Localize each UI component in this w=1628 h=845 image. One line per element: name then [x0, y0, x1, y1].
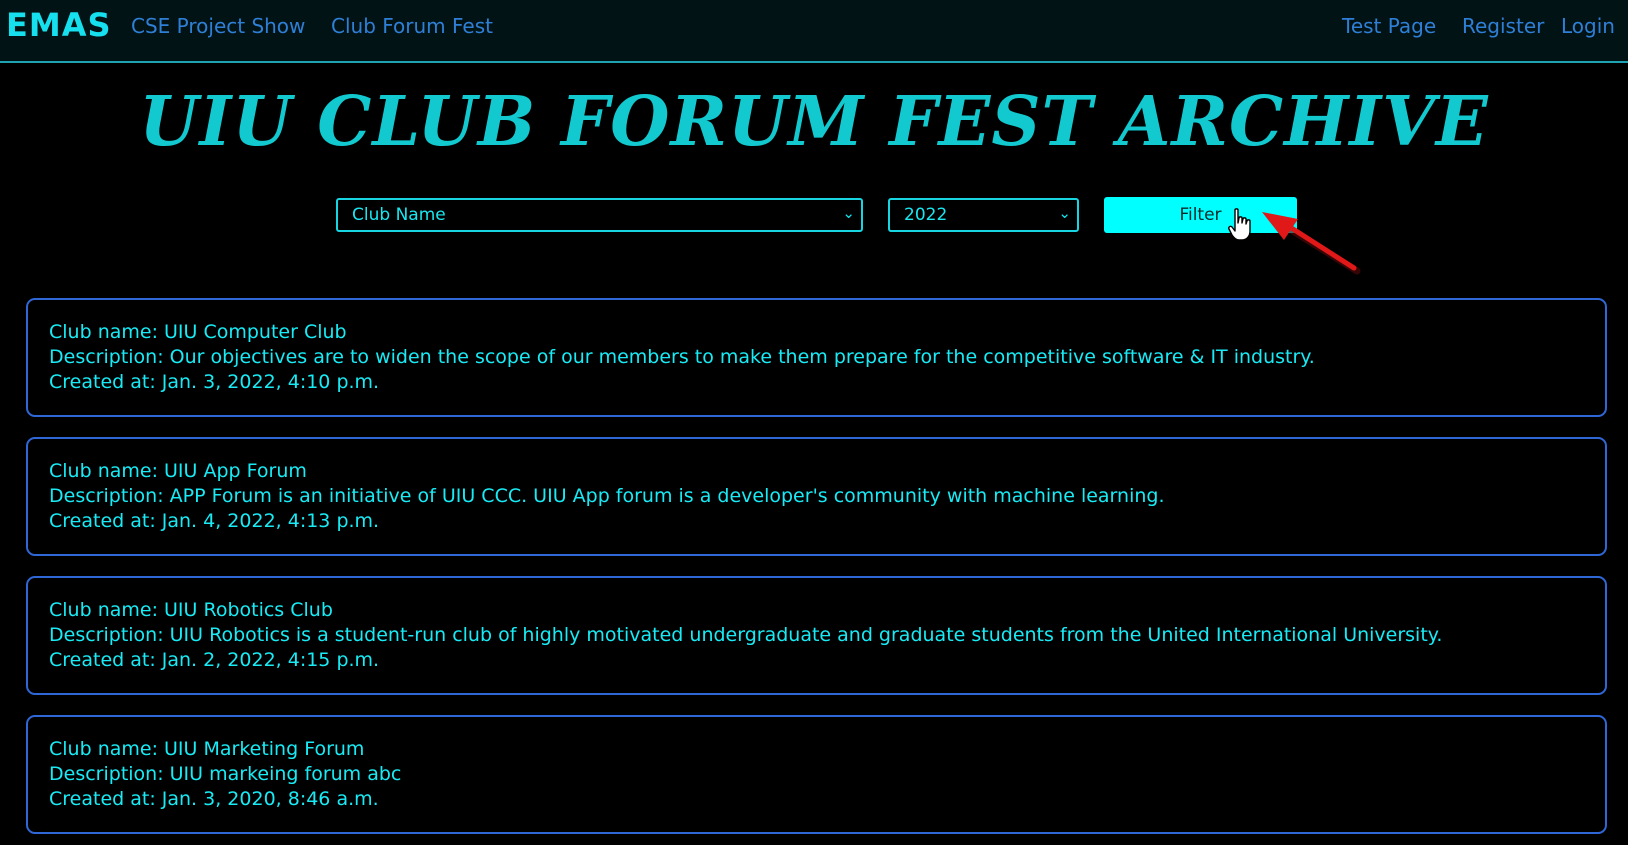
club-card: Club name: UIU Robotics Club Description…	[26, 576, 1607, 695]
nav-link-login[interactable]: Login	[1561, 14, 1615, 38]
brand-logo[interactable]: EMAS	[6, 6, 112, 44]
filter-button[interactable]: Filter	[1104, 197, 1297, 233]
year-select[interactable]: 2022 ⌄	[888, 198, 1079, 232]
hand-pointer-icon	[1228, 208, 1251, 241]
club-card: Club name: UIU App Forum Description: AP…	[26, 437, 1607, 556]
club-description: Description: APP Forum is an initiative …	[49, 485, 1165, 507]
chevron-down-icon: ⌄	[1058, 204, 1071, 222]
club-name: Club name: UIU Computer Club	[49, 321, 347, 343]
club-description: Description: Our objectives are to widen…	[49, 346, 1315, 368]
club-description: Description: UIU markeing forum abc	[49, 763, 402, 785]
page-title: UIU CLUB FORUM FEST ARCHIVE	[139, 82, 1489, 162]
club-card: Club name: UIU Marketing Forum Descripti…	[26, 715, 1607, 834]
club-created-at: Created at: Jan. 4, 2022, 4:13 p.m.	[49, 510, 380, 532]
club-card: Club name: UIU Computer Club Description…	[26, 298, 1607, 417]
club-created-at: Created at: Jan. 2, 2022, 4:15 p.m.	[49, 649, 380, 671]
year-select-value: 2022	[904, 205, 948, 225]
club-name: Club name: UIU Robotics Club	[49, 599, 333, 621]
club-description: Description: UIU Robotics is a student-r…	[49, 624, 1443, 646]
club-name: Club name: UIU Marketing Forum	[49, 738, 365, 760]
club-name: Club name: UIU App Forum	[49, 460, 307, 482]
nav-link-club-forum-fest[interactable]: Club Forum Fest	[331, 14, 493, 38]
club-name-select-value: Club Name	[352, 205, 446, 225]
navbar: EMAS CSE Project Show Club Forum Fest Te…	[0, 0, 1628, 63]
club-created-at: Created at: Jan. 3, 2022, 4:10 p.m.	[49, 371, 380, 393]
nav-link-cse-project-show[interactable]: CSE Project Show	[131, 14, 305, 38]
club-name-select[interactable]: Club Name ⌄	[336, 198, 863, 232]
nav-link-register[interactable]: Register	[1462, 14, 1544, 38]
nav-link-test-page[interactable]: Test Page	[1342, 14, 1436, 38]
club-created-at: Created at: Jan. 3, 2020, 8:46 a.m.	[49, 788, 379, 810]
chevron-down-icon: ⌄	[842, 204, 855, 222]
